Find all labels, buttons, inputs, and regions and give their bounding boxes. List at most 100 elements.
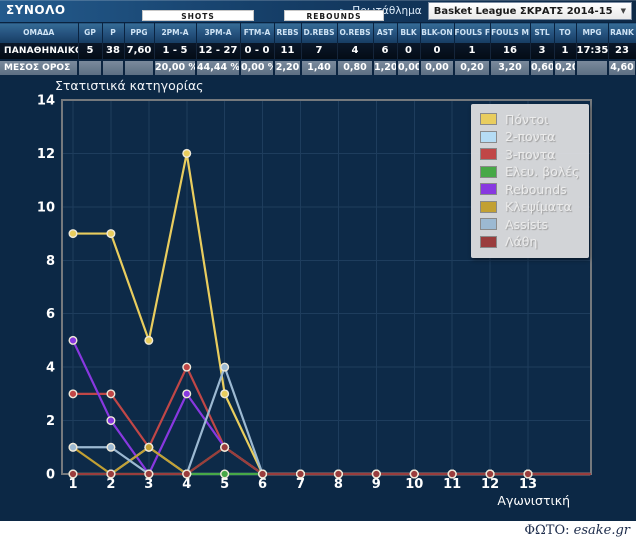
x-axis-title: Αγωνιστική (497, 493, 570, 508)
table-cell (78, 58, 103, 75)
x-axis-tick-label: 5 (220, 477, 229, 492)
data-point (106, 442, 116, 452)
column-header: PPG (124, 22, 155, 43)
legend-label: Πόντοι (505, 111, 549, 127)
table-cell: 0,00 (397, 58, 421, 75)
data-point (371, 469, 381, 479)
chart-title: Στατιστικά κατηγορίας (55, 77, 204, 93)
column-header: AST (373, 22, 398, 43)
table-cell: 0,00 % (240, 58, 275, 75)
column-header: P (102, 22, 125, 43)
data-point (220, 469, 230, 479)
table-cell: 0,00 (420, 58, 455, 75)
data-point (144, 469, 154, 479)
photo-credit-source: esake.gr (573, 522, 630, 538)
legend-swatch-icon (480, 235, 497, 248)
legend-item[interactable]: Κλεψίματα (480, 198, 579, 216)
x-axis-tick-label: 10 (405, 477, 423, 492)
table-cell: 11 (274, 42, 302, 60)
data-point (220, 388, 230, 398)
legend-label: Assists (505, 216, 548, 232)
data-point (258, 469, 268, 479)
chart-legend: Πόντοι 2-ποντα 3-ποντα Ελευ. βολές Rebounds Κ… (471, 103, 590, 258)
data-point (68, 335, 78, 345)
y-axis-tick-label: 12 (37, 146, 55, 161)
table-cell (102, 58, 125, 75)
table-cell: 1 (554, 42, 577, 60)
stats-app: ΣΥΝΟΛΟ SHOTS REBOUNDS ► Πρωτάθλημα Baske… (0, 0, 636, 541)
data-point (68, 388, 78, 398)
x-axis-tick-label: 13 (519, 477, 537, 492)
data-point (409, 469, 419, 479)
x-axis-tick-label: 2 (106, 477, 115, 492)
league-select[interactable]: Basket League ΣΚΡΑΤΣ 2014-15 ▼ (427, 2, 632, 20)
y-axis-tick-label: 14 (37, 93, 55, 108)
data-point (296, 469, 306, 479)
column-header: STL (530, 22, 555, 43)
table-cell: 3,20 (490, 58, 531, 75)
legend-item[interactable]: Rebounds (480, 181, 579, 199)
table-cell (124, 58, 155, 75)
averages-row: ΜΕΣΟΣ ΟΡΟΣ 20,00 % 44,44 % 0,00 % 2,20 1,40 0,… (0, 58, 636, 75)
y-axis-tick-label: 2 (46, 414, 55, 429)
table-cell: 7 (301, 42, 338, 60)
table-cell: 38 (102, 42, 125, 60)
data-point (106, 469, 116, 479)
data-point (68, 442, 78, 452)
row-label: ΠΑΝΑΘΗΝΑΙΚΟΣ (0, 42, 79, 60)
legend-swatch-icon (480, 218, 497, 231)
table-cell: 0 (420, 42, 455, 60)
table-cell (576, 58, 609, 75)
table-cell: 6 (373, 42, 398, 60)
table-cell: 20,00 % (154, 58, 197, 75)
y-axis-tick-label: 0 (46, 467, 55, 482)
x-axis-tick-label: 7 (296, 477, 305, 492)
x-axis-tick-label: 9 (372, 477, 381, 492)
page-title: ΣΥΝΟΛΟ (6, 3, 66, 17)
data-point (68, 228, 78, 238)
legend-item[interactable]: Λάθη (480, 233, 579, 251)
table-cell: 4 (337, 42, 374, 60)
column-header: FTM-A (240, 22, 275, 43)
column-header: REBS (274, 22, 302, 43)
photo-credit-label: ΦΩΤΟ: (524, 522, 570, 538)
legend-item[interactable]: 3-ποντα (480, 146, 579, 164)
data-point (106, 228, 116, 238)
chart-panel: Στατιστικά κατηγορίας 0 2 4 6 8 10 12 14 1 2 3 4 5 6 7… (0, 74, 636, 521)
y-axis-tick-label: 10 (37, 200, 55, 215)
table-cell: 44,44 % (196, 58, 241, 75)
data-point (485, 469, 495, 479)
table-cell: 0,20 (554, 58, 577, 75)
column-header: D.REBS (301, 22, 338, 43)
table-cell: 1 - 5 (154, 42, 197, 60)
table-cell: 0,80 (337, 58, 374, 75)
title-bar: ΣΥΝΟΛΟ SHOTS REBOUNDS ► Πρωτάθλημα Baske… (0, 0, 636, 22)
y-axis-tick-label: 6 (46, 307, 55, 322)
legend-item[interactable]: 2-ποντα (480, 128, 579, 146)
legend-label: Ελευ. βολές (505, 164, 580, 180)
legend-swatch-icon (480, 130, 497, 143)
legend-swatch-icon (480, 183, 497, 196)
league-select-value: Basket League ΣΚΡΑΤΣ 2014-15 (433, 5, 613, 17)
legend-item[interactable]: Assists (480, 216, 579, 234)
table-cell: 0 - 0 (240, 42, 275, 60)
column-header: GP (78, 22, 103, 43)
table-cell: 7,60 (124, 42, 155, 60)
table-cell: 0,20 (454, 58, 491, 75)
table-cell: 0 (397, 42, 421, 60)
table-cell: 0,60 (530, 58, 555, 75)
table-cell: 12 - 27 (196, 42, 241, 60)
data-point (182, 469, 192, 479)
photo-credit: ΦΩΤΟ: esake.gr (0, 520, 636, 541)
x-axis-tick-label: 8 (334, 477, 343, 492)
column-header: O.REBS (337, 22, 374, 43)
data-point (523, 469, 533, 479)
column-header: FOULS F (454, 22, 491, 43)
column-header: TO (554, 22, 577, 43)
table-cell: 16 (490, 42, 531, 60)
legend-item[interactable]: Ελευ. βολές (480, 163, 579, 181)
legend-item[interactable]: Πόντοι (480, 111, 579, 129)
data-point (182, 148, 192, 158)
table-cell: 23 (608, 42, 636, 60)
column-header: BLK-ON (420, 22, 455, 43)
